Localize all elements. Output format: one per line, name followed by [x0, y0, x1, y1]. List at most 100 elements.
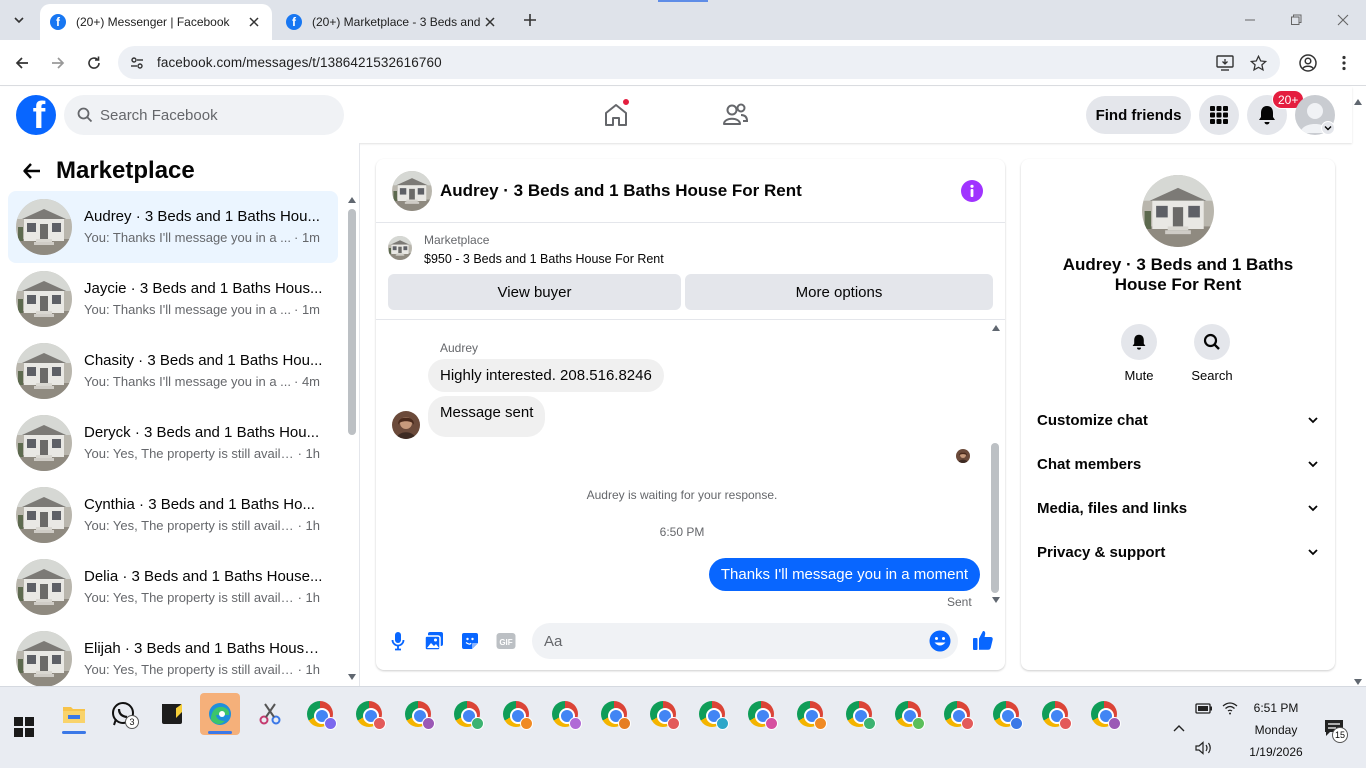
incoming-message[interactable]: Highly interested. 208.516.8246 — [428, 359, 664, 392]
scroll-down-arrow[interactable] — [991, 595, 1001, 605]
message-input-box[interactable] — [532, 623, 958, 659]
mute-action[interactable]: Mute — [1109, 324, 1169, 383]
find-friends-button[interactable]: Find friends — [1086, 96, 1191, 134]
nav-friends[interactable] — [717, 97, 753, 133]
page-scroll-up-arrow[interactable] — [1354, 92, 1362, 110]
address-bar[interactable]: facebook.com/messages/t/1386421532616760 — [118, 46, 1280, 79]
chrome-profile-taskbar[interactable] — [986, 693, 1026, 735]
forward-button[interactable] — [45, 50, 71, 76]
chat-title[interactable]: Audrey · 3 Beds and 1 Baths House For Re… — [440, 181, 802, 201]
mute-button[interactable] — [1121, 324, 1157, 360]
facebook-logo[interactable]: f — [16, 95, 56, 135]
chrome-profile-taskbar[interactable] — [1035, 693, 1075, 735]
close-tab-icon[interactable] — [482, 14, 498, 30]
edge-taskbar[interactable] — [200, 693, 240, 735]
info-avatar[interactable] — [1142, 175, 1214, 247]
new-tab-button[interactable] — [518, 8, 542, 32]
conversation-item[interactable]: Jaycie · 3 Beds and 1 Baths Hous... You:… — [8, 263, 338, 335]
chrome-icon — [895, 701, 925, 730]
close-window-button[interactable] — [1331, 8, 1355, 32]
conversation-info-panel: Audrey · 3 Beds and 1 Baths House For Re… — [1021, 159, 1335, 670]
scroll-up-arrow[interactable] — [347, 195, 357, 205]
listing-thumbnail — [16, 343, 72, 399]
whatsapp-taskbar[interactable]: 3 — [103, 693, 143, 735]
chrome-profile-taskbar[interactable] — [643, 693, 683, 735]
browser-tab-messenger[interactable]: f (20+) Messenger | Facebook — [40, 4, 272, 40]
battery-tray-icon[interactable] — [1195, 699, 1213, 717]
chrome-profile-taskbar[interactable] — [692, 693, 732, 735]
back-button[interactable] — [16, 155, 48, 187]
send-like-button[interactable] — [971, 628, 995, 652]
conversation-item[interactable]: Delia · 3 Beds and 1 Baths House... You:… — [8, 551, 338, 623]
media-files-links-section[interactable]: Media, files and links — [1029, 486, 1327, 530]
menu-button[interactable] — [1199, 95, 1239, 135]
chrome-profile-taskbar[interactable] — [545, 693, 585, 735]
chrome-profile-taskbar[interactable] — [594, 693, 634, 735]
show-hidden-icons-button[interactable] — [1170, 719, 1188, 737]
sender-avatar[interactable] — [392, 411, 420, 439]
nav-home[interactable] — [598, 97, 634, 133]
back-button[interactable] — [9, 50, 35, 76]
network-tray-icon[interactable] — [1221, 699, 1239, 717]
search-action[interactable]: Search — [1182, 324, 1242, 383]
facebook-search[interactable] — [64, 95, 344, 135]
close-tab-icon[interactable] — [246, 14, 262, 30]
chrome-profile-taskbar[interactable] — [790, 693, 830, 735]
search-in-conversation-button[interactable] — [1194, 324, 1230, 360]
chrome-profile-taskbar[interactable] — [496, 693, 536, 735]
listing-title[interactable]: $950 - 3 Beds and 1 Baths House For Rent — [424, 252, 664, 266]
file-explorer-taskbar[interactable] — [54, 693, 94, 735]
taskbar-clock[interactable]: 6:51 PM Monday 1/19/2026 — [1238, 697, 1314, 763]
facebook-search-input[interactable] — [100, 106, 320, 124]
conversation-item[interactable]: Audrey · 3 Beds and 1 Baths Hou... You: … — [8, 191, 338, 263]
browser-menu-button[interactable] — [1331, 50, 1357, 76]
profile-button[interactable] — [1295, 50, 1321, 76]
scroll-down-arrow[interactable] — [347, 672, 357, 682]
emoji-icon[interactable] — [928, 629, 952, 653]
conversation-item[interactable]: Cynthia · 3 Beds and 1 Baths Ho... You: … — [8, 479, 338, 551]
attach-media-button[interactable] — [422, 629, 446, 653]
customize-chat-section[interactable]: Customize chat — [1029, 398, 1327, 442]
chat-members-section[interactable]: Chat members — [1029, 442, 1327, 486]
chrome-profile-taskbar[interactable] — [349, 693, 389, 735]
volume-tray-icon[interactable] — [1195, 739, 1213, 757]
chrome-profile-taskbar[interactable] — [839, 693, 879, 735]
site-info-icon[interactable] — [128, 54, 146, 72]
chrome-profile-taskbar[interactable] — [741, 693, 781, 735]
chrome-profile-taskbar[interactable] — [888, 693, 928, 735]
conversation-item[interactable]: Chasity · 3 Beds and 1 Baths Hou... You:… — [8, 335, 338, 407]
install-app-icon[interactable] — [1215, 53, 1235, 73]
conversation-item[interactable]: Elijah · 3 Beds and 1 Baths House... You… — [8, 623, 338, 695]
privacy-support-section[interactable]: Privacy & support — [1029, 530, 1327, 574]
sticker-button[interactable] — [458, 629, 482, 653]
chat-scrollbar[interactable] — [991, 443, 999, 593]
sticky-notes-taskbar[interactable] — [152, 693, 192, 735]
bookmark-star-icon[interactable] — [1248, 53, 1268, 73]
restore-button[interactable] — [1284, 8, 1308, 32]
snipping-tool-taskbar[interactable] — [250, 693, 290, 735]
chat-avatar[interactable] — [392, 171, 432, 211]
start-button[interactable] — [14, 717, 34, 737]
chrome-profile-taskbar[interactable] — [398, 693, 438, 735]
voice-clip-button[interactable] — [386, 629, 410, 653]
gif-button[interactable]: GIF — [494, 629, 518, 653]
incoming-message[interactable]: Message sent — [428, 396, 546, 437]
conversation-info-button[interactable] — [961, 180, 983, 202]
account-chevron[interactable] — [1321, 121, 1335, 135]
reload-button[interactable] — [81, 50, 107, 76]
chrome-profile-taskbar[interactable] — [447, 693, 487, 735]
snippet-text: You: Thanks I'll message you in a ... — [84, 302, 291, 317]
more-options-button[interactable]: More options — [685, 274, 993, 310]
minimize-button[interactable] — [1238, 8, 1262, 32]
scroll-up-arrow[interactable] — [991, 323, 1001, 333]
tab-search-button[interactable] — [6, 8, 32, 32]
view-buyer-button[interactable]: View buyer — [388, 274, 681, 310]
message-input[interactable] — [544, 632, 914, 650]
outgoing-message[interactable]: Thanks I'll message you in a moment — [708, 558, 980, 591]
conversation-item[interactable]: Deryck · 3 Beds and 1 Baths Hou... You: … — [8, 407, 338, 479]
chrome-profile-taskbar[interactable] — [300, 693, 340, 735]
sidebar-scrollbar[interactable] — [348, 209, 356, 435]
browser-tab-marketplace[interactable]: f (20+) Marketplace - 3 Beds and — [276, 4, 508, 40]
chrome-profile-taskbar[interactable] — [937, 693, 977, 735]
chrome-profile-taskbar[interactable] — [1084, 693, 1124, 735]
